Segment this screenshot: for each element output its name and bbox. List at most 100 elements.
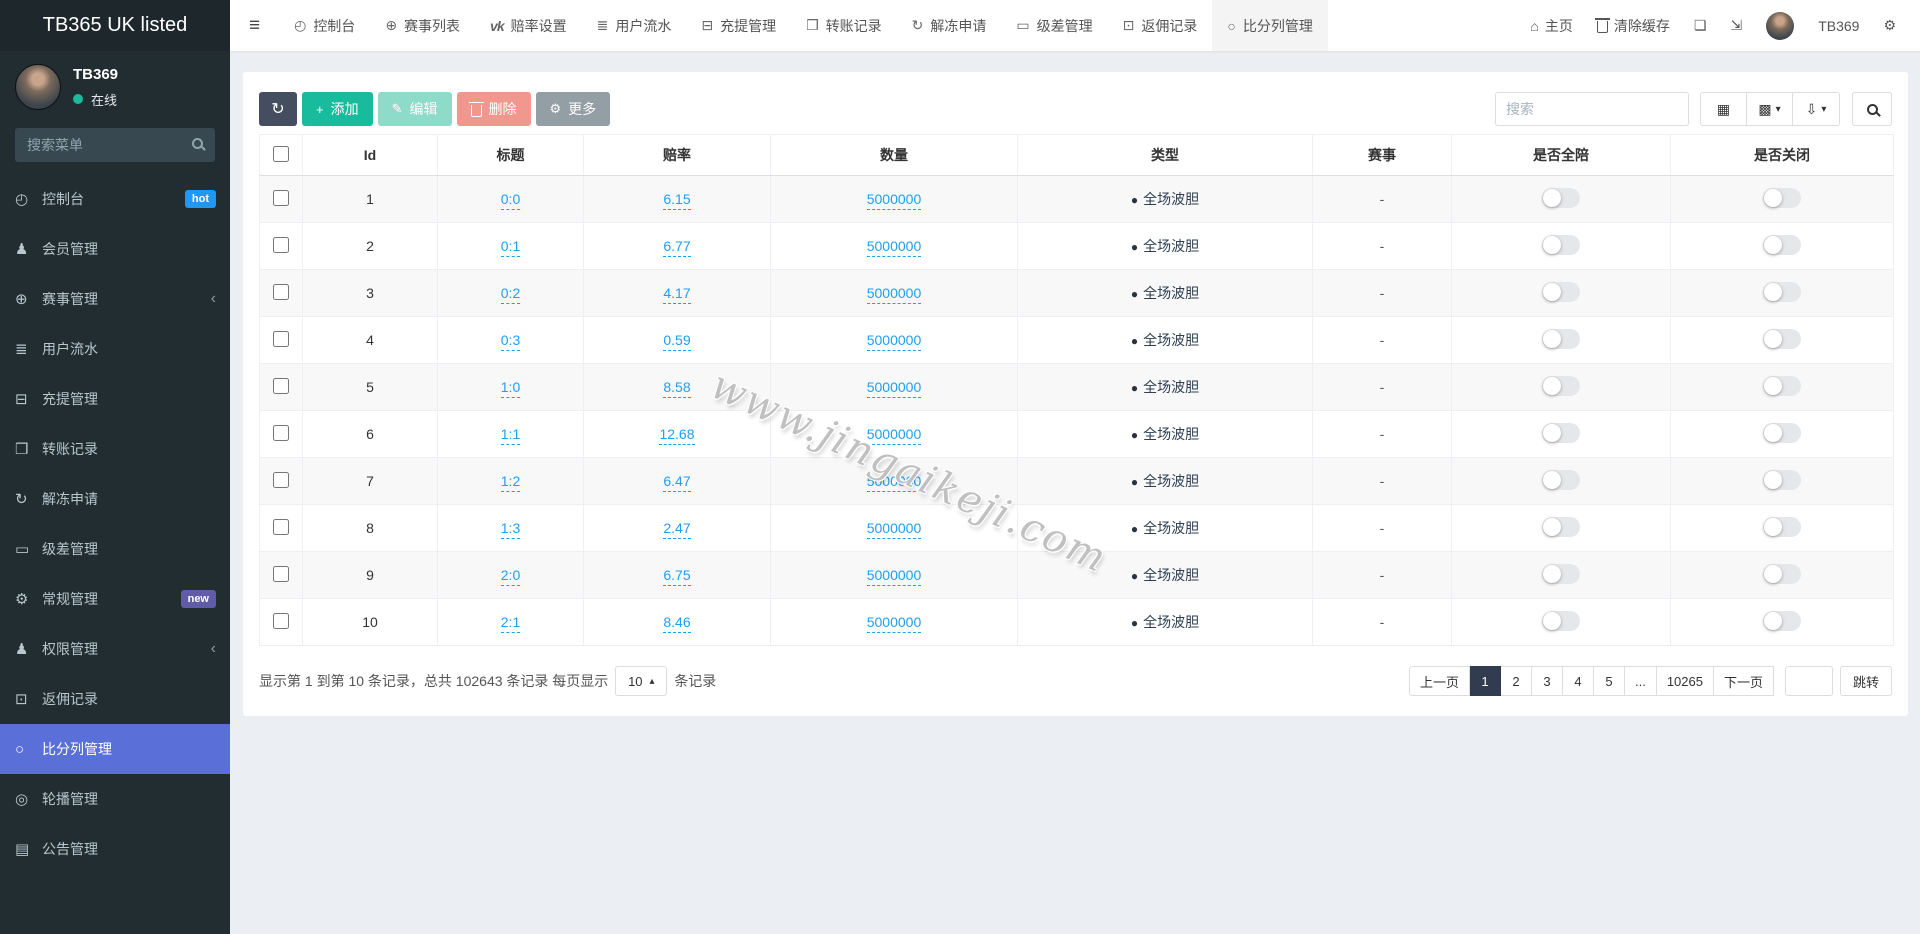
title-link[interactable]: 2:1 (500, 614, 521, 633)
quantity-link[interactable]: 5000000 (866, 614, 922, 633)
fullscreen-button[interactable]: ⇲ (1730, 17, 1742, 34)
row-checkbox[interactable] (273, 424, 289, 441)
navbar-username[interactable]: TB369 (1818, 18, 1859, 34)
title-link[interactable]: 0:3 (500, 332, 521, 351)
odds-link[interactable]: 12.68 (659, 426, 695, 445)
quantity-link[interactable]: 5000000 (866, 379, 922, 398)
toggle-full-pay[interactable] (1542, 281, 1580, 302)
sidebar-item-notice[interactable]: ▤ 公告管理 (0, 824, 230, 874)
tab-transfer[interactable]: ❒ 转账记录 (791, 0, 897, 51)
toggle-full-pay[interactable] (1542, 328, 1580, 349)
toggle-full-pay[interactable] (1542, 563, 1580, 584)
toggle-full-pay[interactable] (1542, 469, 1580, 490)
toggle-closed[interactable] (1763, 234, 1801, 255)
delete-button[interactable]: 删除 (456, 92, 531, 126)
sidebar-item-score-list[interactable]: ○ 比分列管理 (0, 724, 230, 774)
sidebar-item-deposit[interactable]: ⊟ 充提管理 (0, 374, 230, 424)
odds-link[interactable]: 6.75 (663, 567, 691, 586)
sidebar-item-members[interactable]: ♟ 会员管理 (0, 224, 230, 274)
more-button[interactable]: ⚙ 更多 (535, 92, 611, 126)
quantity-link[interactable]: 5000000 (866, 426, 922, 445)
row-checkbox[interactable] (273, 377, 289, 394)
toggle-closed[interactable] (1763, 516, 1801, 537)
quantity-link[interactable]: 5000000 (866, 520, 922, 539)
search-button[interactable] (1852, 92, 1892, 126)
title-link[interactable]: 1:3 (500, 520, 521, 539)
sidebar-item-transfer[interactable]: ❒ 转账记录 (0, 424, 230, 474)
page-button-5[interactable]: 5 (1593, 666, 1625, 696)
tab-user-flow[interactable]: ≣ 用户流水 (582, 0, 687, 51)
tab-rebate[interactable]: ⊡ 返佣记录 (1108, 0, 1213, 51)
edit-button[interactable]: ✎ 编辑 (377, 92, 452, 126)
sidebar-toggle-button[interactable]: ≡ (230, 0, 279, 51)
page-button-1[interactable]: 1 (1469, 666, 1501, 696)
quantity-link[interactable]: 5000000 (866, 238, 922, 257)
quantity-link[interactable]: 5000000 (866, 567, 922, 586)
odds-link[interactable]: 6.77 (663, 238, 691, 257)
table-search-input[interactable] (1495, 92, 1689, 126)
odds-link[interactable]: 0.59 (663, 332, 691, 351)
settings-button[interactable]: ⚙ (1883, 17, 1896, 34)
toggle-full-pay[interactable] (1542, 610, 1580, 631)
page-button-10265[interactable]: 10265 (1656, 666, 1714, 696)
page-button-4[interactable]: 4 (1562, 666, 1594, 696)
row-checkbox[interactable] (273, 236, 289, 253)
user-avatar-small[interactable] (1766, 11, 1795, 40)
tab-score-list[interactable]: ○ 比分列管理 (1212, 0, 1328, 51)
card-view-button[interactable]: ▦ (1701, 93, 1747, 125)
columns-button[interactable]: ▩ ▾ (1747, 93, 1793, 125)
tab-odds[interactable]: vk 赔率设置 (475, 0, 582, 51)
sidebar-item-general[interactable]: ⚙ 常规管理 new (0, 574, 230, 624)
row-checkbox[interactable] (273, 189, 289, 206)
row-checkbox[interactable] (273, 612, 289, 629)
sidebar-search-input[interactable] (15, 128, 215, 162)
tab-deposit[interactable]: ⊟ 充提管理 (686, 0, 791, 51)
title-link[interactable]: 1:2 (500, 473, 521, 492)
odds-link[interactable]: 4.17 (663, 285, 691, 304)
toggle-closed[interactable] (1763, 422, 1801, 443)
quantity-link[interactable]: 5000000 (866, 285, 922, 304)
title-link[interactable]: 1:0 (500, 379, 521, 398)
quantity-link[interactable]: 5000000 (866, 332, 922, 351)
toggle-closed[interactable] (1763, 281, 1801, 302)
toggle-full-pay[interactable] (1542, 234, 1580, 255)
page-button-prev[interactable]: 上一页 (1408, 666, 1470, 696)
jump-page-input[interactable] (1784, 666, 1833, 696)
search-icon[interactable] (192, 138, 203, 149)
row-checkbox[interactable] (273, 518, 289, 535)
odds-link[interactable]: 2.47 (663, 520, 691, 539)
tab-unfreeze[interactable]: ↻ 解冻申请 (897, 0, 1002, 51)
quantity-link[interactable]: 5000000 (866, 191, 922, 210)
tab-match-list[interactable]: ⊕ 赛事列表 (370, 0, 475, 51)
odds-link[interactable]: 8.58 (663, 379, 691, 398)
toggle-closed[interactable] (1763, 610, 1801, 631)
sidebar-item-carousel[interactable]: ◎ 轮播管理 (0, 774, 230, 824)
odds-link[interactable]: 6.47 (663, 473, 691, 492)
toggle-closed[interactable] (1763, 375, 1801, 396)
title-link[interactable]: 2:0 (500, 567, 521, 586)
page-size-select[interactable]: 10 ▴ (615, 666, 668, 696)
page-button-ellipsis[interactable]: ... (1624, 666, 1657, 696)
toggle-closed[interactable] (1763, 469, 1801, 490)
title-link[interactable]: 1:1 (500, 426, 521, 445)
toggle-closed[interactable] (1763, 187, 1801, 208)
sidebar-item-rebate[interactable]: ⊡ 返佣记录 (0, 674, 230, 724)
row-checkbox[interactable] (273, 330, 289, 347)
refresh-button[interactable]: ↻ (259, 92, 297, 126)
row-checkbox[interactable] (273, 283, 289, 300)
quantity-link[interactable]: 5000000 (866, 473, 922, 492)
sidebar-item-level-diff[interactable]: ▭ 级差管理 (0, 524, 230, 574)
title-link[interactable]: 0:2 (500, 285, 521, 304)
page-button-3[interactable]: 3 (1531, 666, 1563, 696)
odds-link[interactable]: 8.46 (663, 614, 691, 633)
sidebar-item-matches[interactable]: ⊕ 赛事管理 ‹ (0, 274, 230, 324)
odds-link[interactable]: 6.15 (663, 191, 691, 210)
toggle-full-pay[interactable] (1542, 187, 1580, 208)
sidebar-item-permission[interactable]: ♟ 权限管理 ‹ (0, 624, 230, 674)
sidebar-item-user-flow[interactable]: ≣ 用户流水 (0, 324, 230, 374)
home-link[interactable]: ⌂ 主页 (1530, 16, 1572, 36)
tab-dashboard[interactable]: ◴ 控制台 (279, 0, 370, 51)
log-button[interactable]: ❏ (1694, 17, 1707, 34)
page-button-next[interactable]: 下一页 (1713, 666, 1774, 696)
toggle-closed[interactable] (1763, 328, 1801, 349)
